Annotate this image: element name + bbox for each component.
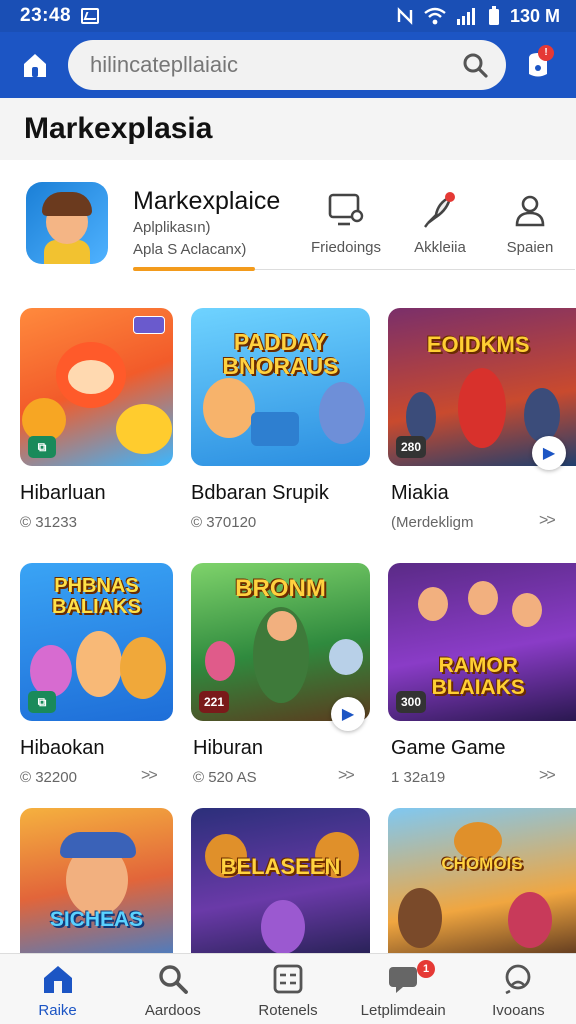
play-icon: ▶ [542, 445, 556, 462]
game-meta: © 370120 [191, 514, 257, 531]
person-icon [515, 195, 545, 227]
game-title: Hiburan [193, 737, 264, 759]
game-title: Hibarluan [20, 482, 106, 504]
play-icon: ▶ [341, 706, 355, 723]
game-banner: SICHEAS [49, 908, 144, 932]
nav-item-ivooans[interactable]: Ivooans [461, 954, 576, 1024]
game-title: Bdbaran Srupik [191, 482, 329, 504]
nav-label: Rotenels [258, 1002, 318, 1019]
game-title: Hibaokan [20, 737, 105, 759]
badge-icon: ⧉ [28, 436, 56, 458]
game-banner: CHOMOIS [441, 854, 523, 874]
nav-badge: 1 [417, 960, 436, 978]
avatar[interactable] [26, 182, 108, 264]
nfc-icon [396, 7, 414, 25]
top-app-bar: hilincatepllaiaic ! [0, 32, 576, 98]
game-meta: (Merdekligm [391, 514, 474, 531]
wifi-icon [424, 7, 446, 25]
game-thumbnail[interactable]: RAMOR BLAIAKS 300 [388, 563, 576, 721]
quick-action-akkleiia[interactable]: Akkleiia [400, 191, 480, 256]
quick-action-spaien[interactable]: Spaien [490, 191, 570, 256]
signal-icon [456, 7, 478, 25]
game-thumbnail[interactable]: ⧉ [20, 308, 173, 466]
page-title: Markexplasia [24, 112, 213, 145]
game-banner: BELASEEN [220, 854, 341, 880]
nav-item-raike[interactable]: Raike [0, 954, 115, 1024]
search-bar[interactable]: hilincatepllaiaic [68, 40, 506, 90]
home-icon [43, 966, 72, 993]
search-icon[interactable] [462, 52, 488, 78]
profile-subtitle-secondary: Apla S Aclacanx) [133, 241, 247, 258]
quick-action-friedoings[interactable]: Friedoings [306, 191, 386, 256]
page-title-bar: Markexplasia [0, 98, 576, 160]
chat-icon [389, 967, 418, 993]
home-icon [24, 54, 46, 77]
status-right: 130 M [396, 6, 560, 27]
nav-item-rotenels[interactable]: Rotenels [230, 954, 345, 1024]
game-thumbnail[interactable]: CHOMOIS [388, 808, 576, 966]
nav-label: Ivooans [492, 1002, 545, 1019]
game-meta: 1 32a19 [391, 769, 446, 786]
more-arrow-icon[interactable]: >> [539, 512, 556, 530]
search-icon [159, 965, 188, 994]
profile-icon [505, 964, 531, 995]
search-input[interactable]: hilincatepllaiaic [90, 52, 462, 78]
game-meta: © 32200 [20, 769, 77, 786]
nav-label: Letplimdeain [360, 1002, 446, 1019]
store-profile: Markexplaice Aplplikasın) Apla S Aclacan… [0, 165, 576, 275]
battery-icon [488, 6, 500, 26]
nav-item-letplimdeain[interactable]: 1 Letplimdeain [346, 954, 461, 1024]
device-icon [328, 193, 364, 226]
divider [255, 269, 575, 270]
rocket-icon [424, 192, 455, 228]
nav-label: Raike [38, 1002, 77, 1019]
nav-item-aardoos[interactable]: Aardoos [115, 954, 230, 1024]
rating-badge: 221 [199, 691, 230, 713]
image-icon [81, 8, 100, 24]
game-thumbnail[interactable]: SICHEAS [20, 808, 173, 966]
profile-subtitle: Aplplikasın) [133, 219, 211, 236]
game-title: Miakia [391, 482, 449, 504]
game-banner: EOIDKMS [426, 332, 530, 358]
active-tab-indicator [133, 267, 255, 271]
game-thumbnail[interactable]: PHBNAS BALIAKS ⧉ [20, 563, 173, 721]
game-title: Game Game [391, 737, 506, 759]
play-button[interactable]: ▶ [331, 697, 365, 731]
rating-badge: 280 [396, 436, 427, 458]
game-banner: BRONM [235, 574, 326, 602]
game-meta: © 520 AS [193, 769, 257, 786]
more-arrow-icon[interactable]: >> [338, 767, 355, 785]
tag-icon [133, 316, 165, 334]
game-banner: PHBNAS BALIAKS [52, 574, 141, 618]
status-time: 23:48 [20, 5, 72, 26]
badge-icon: ⧉ [28, 691, 56, 713]
rating-badge: 300 [396, 691, 427, 713]
game-banner: RAMOR BLAIAKS [431, 653, 525, 699]
game-thumbnail[interactable]: PADDAY BNORAUS [191, 308, 370, 466]
quick-action-label: Friedoings [310, 239, 382, 256]
notification-button[interactable]: ! [520, 45, 556, 85]
quick-action-label: Spaien [506, 239, 554, 256]
grid-icon [273, 964, 303, 994]
game-meta: © 31233 [20, 514, 77, 531]
bottom-navigation: Raike Aardoos Rotenels 1 Letplimdeain Iv… [0, 953, 576, 1024]
quick-action-label: Akkleiia [414, 239, 466, 256]
home-button[interactable] [16, 46, 54, 84]
play-button[interactable]: ▶ [532, 436, 566, 470]
status-bar: 23:48 130 M [0, 0, 576, 32]
nav-label: Aardoos [144, 1002, 201, 1019]
profile-name: Markexplaice [133, 187, 281, 215]
game-banner: PADDAY BNORAUS [222, 329, 339, 380]
battery-level: 130 M [509, 5, 560, 26]
more-arrow-icon[interactable]: >> [539, 767, 556, 785]
notification-badge: ! [538, 45, 554, 61]
more-arrow-icon[interactable]: >> [141, 767, 158, 785]
game-thumbnail[interactable]: BELASEEN [191, 808, 370, 966]
